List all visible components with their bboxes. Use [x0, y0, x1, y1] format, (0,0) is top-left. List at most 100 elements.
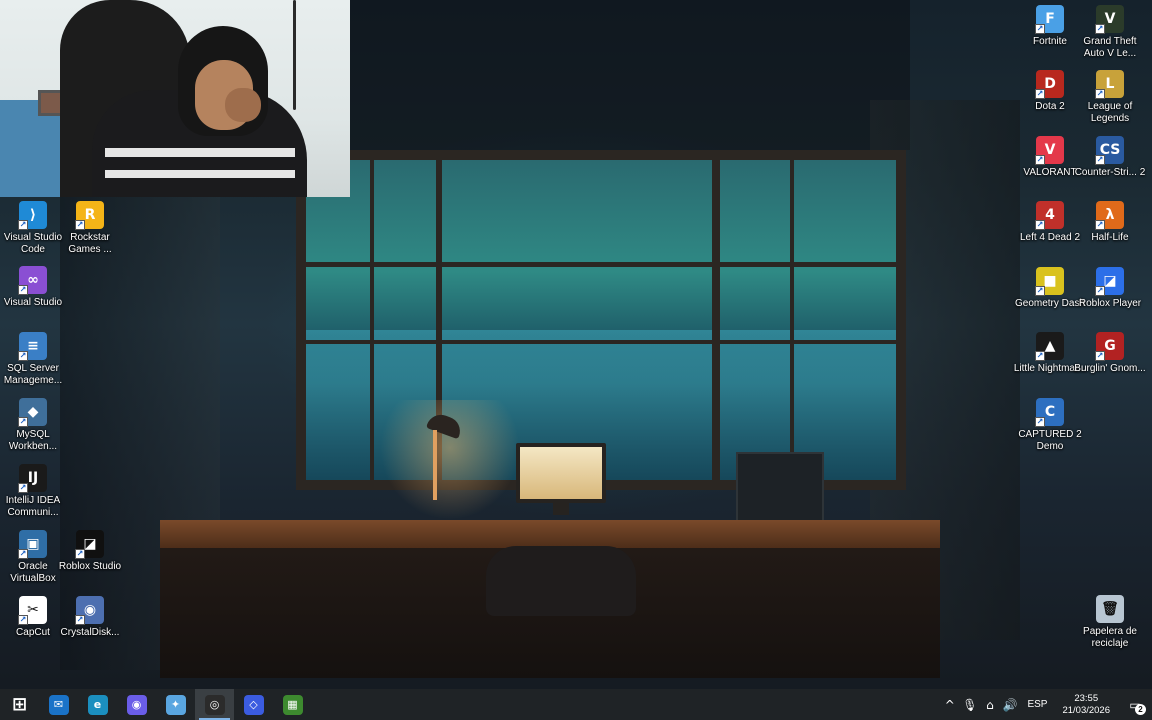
desktop-icon-mysql-workben[interactable]: ◆ ↗ MySQL Workben...	[0, 396, 66, 458]
wallpaper-monitor	[516, 443, 606, 503]
wallpaper-mullion	[370, 160, 374, 490]
microphone-icon[interactable]: 🎙	[959, 689, 980, 720]
antigravity-icon: ◇	[243, 694, 264, 715]
wallpaper-desk-front	[160, 548, 940, 678]
desktop-icon-label: Rockstar Games ...	[68, 232, 112, 255]
shortcut-arrow-icon: ↗	[1095, 351, 1105, 361]
desktop-icon-intellij-idea-communi[interactable]: IJ ↗ IntelliJ IDEA Communi...	[0, 462, 66, 524]
shortcut-arrow-icon: ↗	[1095, 89, 1105, 99]
capcut-icon: ✂ ↗	[18, 596, 47, 625]
wallpaper-monitor-stand	[553, 503, 569, 515]
wallpaper-ceiling	[350, 0, 910, 150]
shortcut-arrow-icon: ↗	[1095, 155, 1105, 165]
shortcut-arrow-icon: ↗	[1035, 220, 1045, 230]
volume-icon[interactable]: 🔊	[999, 689, 1020, 720]
desktop-icon-visual-studio[interactable]: ∞ ↗ Visual Studio	[0, 264, 66, 326]
desktop-icon-label: Roblox Studio	[58, 561, 122, 572]
wallpaper-lamp-pole	[433, 430, 437, 500]
desktop-icon-label: League of Legends	[1087, 101, 1133, 124]
wallpaper-mullion	[790, 160, 794, 490]
shortcut-arrow-icon: ↗	[1095, 24, 1105, 34]
shortcut-arrow-icon: ↗	[1095, 220, 1105, 230]
clock-date: 21/03/2026	[1062, 704, 1110, 716]
taskbar-app-antigravity[interactable]: ◇	[234, 689, 273, 720]
taskbar-app-edge[interactable]: e	[78, 689, 117, 720]
taskbar-app-discord[interactable]: ◉	[117, 689, 156, 720]
fortnite-icon: F ↗	[1035, 5, 1064, 34]
minecraft-icon: ▦	[282, 694, 303, 715]
outlook-icon: ✉	[48, 694, 69, 715]
wallpaper-mullion	[436, 160, 442, 490]
desktop-icon-left-4-dead-2[interactable]: 4 ↗ Left 4 Dead 2	[1017, 199, 1083, 261]
desktop-icon-label: Grand Theft Auto V Le...	[1083, 36, 1137, 59]
desktop-icon-label: Roblox Player	[1078, 298, 1142, 309]
desktop-icon-counter-stri-2[interactable]: CS ↗ Counter-Stri... 2	[1075, 134, 1145, 196]
desktop-icon-label: Counter-Stri... 2	[1074, 167, 1146, 178]
wallpaper-lamp-glow	[380, 400, 520, 520]
discord-icon: ◉	[126, 694, 147, 715]
dota2-icon: D ↗	[1035, 70, 1064, 99]
wallpaper-shelf-right	[870, 100, 1020, 640]
little-nightmares-icon: ▲ ↗	[1035, 332, 1064, 361]
wallpaper-mullion	[306, 340, 896, 344]
desktop-icon-grand-theft-auto-v-le[interactable]: V ↗ Grand Theft Auto V Le...	[1077, 3, 1143, 65]
desktop-icon-valorant[interactable]: V ↗ VALORANT	[1017, 134, 1083, 196]
copilot-icon: ✦	[165, 694, 186, 715]
roblox-player-icon: ◪ ↗	[1095, 267, 1124, 296]
desktop-icon-papelera-de-reciclaje[interactable]: 🗑 Papelera de reciclaje	[1077, 593, 1143, 655]
notification-center-button[interactable]: ▭ 2	[1118, 689, 1152, 720]
desktop-icon-roblox-studio[interactable]: ◪ ↗ Roblox Studio	[57, 528, 123, 590]
desktop-icon-rockstar-games[interactable]: R ↗ Rockstar Games ...	[57, 199, 123, 261]
desktop-icon-crystaldisk[interactable]: ◉ ↗ CrystalDisk...	[57, 594, 123, 656]
desktop-icon-captured-2-demo[interactable]: C ↗ CAPTURED 2 Demo	[1017, 396, 1083, 458]
language-indicator[interactable]: ESP	[1020, 689, 1054, 720]
league-of-legends-icon: L ↗	[1095, 70, 1124, 99]
roblox-studio-icon: ◪ ↗	[75, 530, 104, 559]
desktop-icon-geometry-dash[interactable]: ■ ↗ Geometry Dash	[1015, 265, 1085, 327]
desktop-icon-label: Burglin' Gnom...	[1074, 363, 1146, 374]
taskbar-app-copilot[interactable]: ✦	[156, 689, 195, 720]
taskbar: ⊞ ✉ e ◉ ✦ ◎ ◇ ▦ ^ 🎙 ⌂ 🔊 ESP 23:55 21/03/2026 ▭ …	[0, 689, 1152, 720]
desktop-icon-label: MySQL Workben...	[8, 429, 58, 452]
shortcut-arrow-icon: ↗	[75, 220, 85, 230]
sql-server-icon: ≡ ↗	[18, 332, 47, 361]
shortcut-arrow-icon: ↗	[75, 615, 85, 625]
show-hidden-icons-button[interactable]: ^	[940, 689, 959, 720]
wallpaper-chair	[486, 546, 636, 616]
taskbar-app-outlook[interactable]: ✉	[39, 689, 78, 720]
shortcut-arrow-icon: ↗	[1035, 89, 1045, 99]
shortcut-arrow-icon: ↗	[18, 483, 28, 493]
geometry-dash-icon: ■ ↗	[1035, 267, 1064, 296]
clock[interactable]: 23:55 21/03/2026	[1054, 693, 1118, 717]
shortcut-arrow-icon: ↗	[1035, 286, 1045, 296]
desktop-icon-label: CAPTURED 2 Demo	[1018, 429, 1082, 452]
windows-logo-icon: ⊞	[11, 694, 28, 715]
left4dead2-icon: 4 ↗	[1035, 201, 1064, 230]
shortcut-arrow-icon: ↗	[18, 351, 28, 361]
mysql-workbench-icon: ◆ ↗	[18, 398, 47, 427]
desktop-icon-burglin-gnom[interactable]: G ↗ Burglin' Gnom...	[1074, 330, 1146, 392]
wallpaper-mullion	[712, 160, 720, 490]
counter-strike-icon: CS ↗	[1095, 136, 1124, 165]
desktop-icon-roblox-player[interactable]: ◪ ↗ Roblox Player	[1077, 265, 1143, 327]
desktop-icon-sql-server-manageme[interactable]: ≡ ↗ SQL Server Manageme...	[0, 330, 66, 392]
network-icon[interactable]: ⌂	[980, 689, 999, 720]
taskbar-app-obs[interactable]: ◎	[195, 689, 234, 720]
valorant-icon: V ↗	[1035, 136, 1064, 165]
start-button[interactable]: ⊞	[0, 689, 39, 720]
desktop-icon-little-nightmar[interactable]: ▲ ↗ Little Nightmar...	[1014, 330, 1086, 392]
visual-studio-icon: ∞ ↗	[18, 266, 47, 295]
desktop-icon-half-life[interactable]: λ ↗ Half-Life	[1077, 199, 1143, 261]
vscode-icon: ⟩ ↗	[18, 201, 47, 230]
notification-count-badge: 2	[1135, 704, 1146, 715]
wallpaper-mullion	[306, 262, 896, 267]
clock-time: 23:55	[1074, 692, 1099, 704]
burglin-gnomes-icon: G ↗	[1095, 332, 1124, 361]
desktop-icon-league-of-legends[interactable]: L ↗ League of Legends	[1077, 68, 1143, 130]
webcam-jacket-stripe	[105, 148, 295, 157]
virtualbox-icon: ▣ ↗	[18, 530, 47, 559]
taskbar-app-minecraft[interactable]: ▦	[273, 689, 312, 720]
intellij-icon: IJ ↗	[18, 464, 47, 493]
webcam-overlay	[0, 0, 350, 197]
shortcut-arrow-icon: ↗	[18, 220, 28, 230]
